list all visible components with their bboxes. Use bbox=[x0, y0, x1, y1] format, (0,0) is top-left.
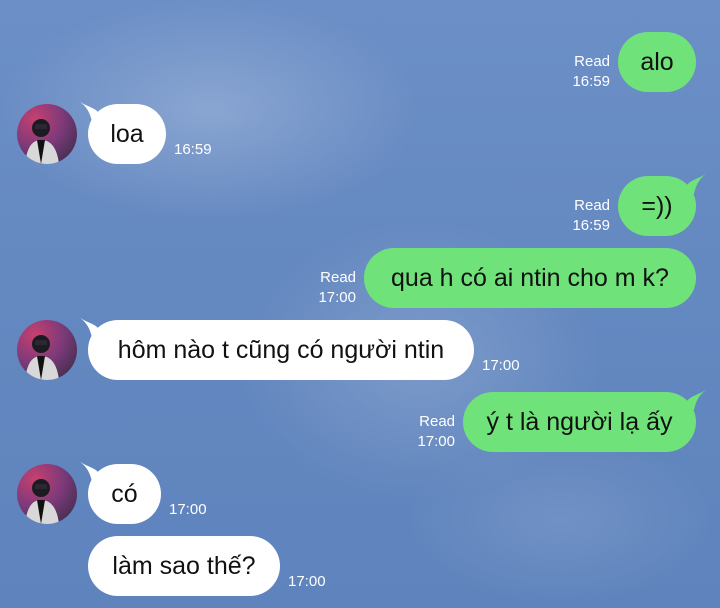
message-time: 17:00 bbox=[318, 289, 356, 306]
message-text: loa bbox=[110, 119, 144, 148]
avatar-person-icon bbox=[25, 479, 59, 524]
avatar[interactable] bbox=[17, 104, 77, 164]
read-receipt: Read 17:00 bbox=[417, 412, 455, 452]
message-text: =)) bbox=[641, 191, 673, 220]
read-label: Read bbox=[320, 269, 356, 286]
message-text: ý t là người lạ ấy bbox=[486, 407, 673, 436]
message-bubble-outgoing[interactable]: ý t là người lạ ấy bbox=[463, 392, 696, 452]
avatar[interactable] bbox=[17, 320, 77, 380]
read-receipt: Read 17:00 bbox=[318, 268, 356, 308]
message-bubble-outgoing[interactable]: =)) bbox=[618, 176, 696, 236]
message-text: hôm nào t cũng có người ntin bbox=[117, 335, 445, 364]
message-text: qua h có ai ntin cho m k? bbox=[391, 263, 669, 292]
message-bubble-incoming[interactable]: loa bbox=[88, 104, 166, 164]
message-bubble-incoming[interactable]: hôm nào t cũng có người ntin bbox=[88, 320, 474, 380]
message-time: 16:59 bbox=[174, 141, 212, 158]
read-receipt: Read 16:59 bbox=[572, 52, 610, 92]
message-text: có bbox=[111, 479, 138, 508]
message-bubble-incoming[interactable]: có bbox=[88, 464, 161, 524]
message-bubble-outgoing[interactable]: qua h có ai ntin cho m k? bbox=[364, 248, 696, 308]
avatar[interactable] bbox=[17, 464, 77, 524]
message-time: 16:59 bbox=[572, 73, 610, 90]
avatar-person-icon bbox=[25, 335, 59, 380]
message-time: 17:00 bbox=[288, 573, 326, 590]
message-text: alo bbox=[640, 47, 674, 76]
message-text: làm sao thế? bbox=[112, 551, 256, 580]
read-label: Read bbox=[419, 413, 455, 430]
message-time: 16:59 bbox=[572, 217, 610, 234]
message-bubble-outgoing[interactable]: alo bbox=[618, 32, 696, 92]
read-label: Read bbox=[574, 53, 610, 70]
avatar-person-icon bbox=[25, 119, 59, 164]
message-bubble-incoming[interactable]: làm sao thế? bbox=[88, 536, 280, 596]
message-time: 17:00 bbox=[169, 501, 207, 518]
message-time: 17:00 bbox=[417, 433, 455, 450]
chat-area: Read 16:59 alo loa 16:59 Read 16:59 =)) … bbox=[0, 0, 720, 608]
read-label: Read bbox=[574, 197, 610, 214]
message-time: 17:00 bbox=[482, 357, 520, 374]
read-receipt: Read 16:59 bbox=[572, 196, 610, 236]
